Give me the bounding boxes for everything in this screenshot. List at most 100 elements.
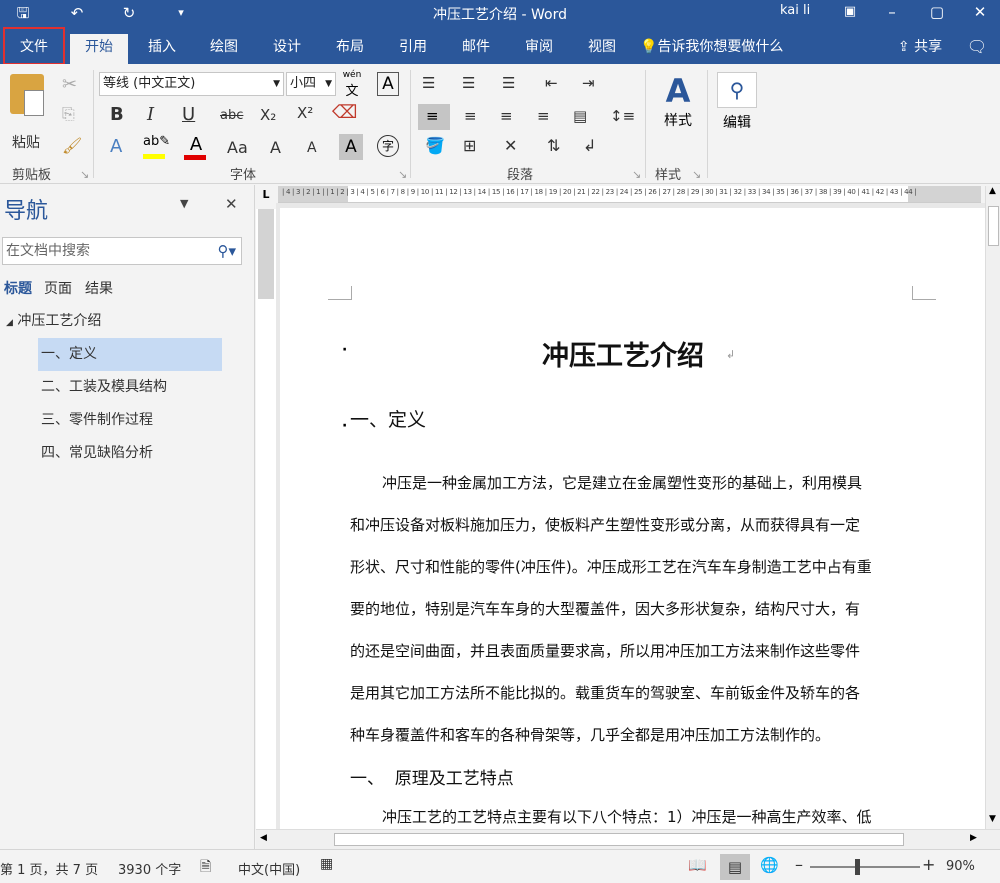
cut-icon[interactable]: ✂ [62,74,77,95]
scroll-up-icon[interactable]: ▲ [989,186,996,196]
page-count[interactable]: 第 1 页，共 7 页 [0,859,98,878]
document-canvas[interactable]: · 冲压工艺介绍 ↲ · 一、定义 冲压是一种金属加工方法，它是建立在金属塑性变… [276,203,985,829]
collapse-triangle-icon[interactable]: ◢ [6,318,13,328]
document-page[interactable]: · 冲压工艺介绍 ↲ · 一、定义 冲压是一种金属加工方法，它是建立在金属塑性变… [280,208,985,829]
body-line[interactable]: 冲压工艺的工艺特点主要有以下八个特点：1）冲压是一种高生产效率、低 [382,806,872,827]
proofing-icon[interactable]: 🗎 [200,856,211,880]
borders-icon[interactable]: ⊞ [463,136,476,155]
zoom-level[interactable]: 90% [946,859,975,874]
document-title[interactable]: 冲压工艺介绍 [542,334,704,373]
tab-layout[interactable]: 布局 [323,34,377,64]
align-center-icon[interactable]: ≡ [464,107,477,125]
asian-layout-icon[interactable]: ✕ [504,136,517,155]
tell-me-box[interactable]: 💡告诉我你想要做什么 [640,34,790,64]
scroll-left-icon[interactable]: ◀ [260,833,267,843]
share-button[interactable]: ⇪ 共享 [890,34,950,64]
shrink-font-button[interactable]: A [307,140,317,156]
tab-file[interactable]: 文件 [3,27,65,65]
highlight-button[interactable]: ab✎ [143,134,170,160]
line-spacing-icon[interactable]: ↕≡ [610,107,635,125]
bullets-icon[interactable]: ☰ [422,74,435,92]
zoom-slider-thumb[interactable] [855,859,860,875]
body-line[interactable]: 要的地位，特别是汽车车身的大型覆盖件，因大多形状复杂，结构尺寸大，有 [350,598,860,619]
horizontal-scrollbar[interactable]: ◀ ▶ [256,829,1000,849]
close-button[interactable]: ✕ [960,0,1000,26]
print-layout-button[interactable]: ▤ [720,854,750,880]
user-name[interactable]: kai li [780,3,810,18]
eraser-icon[interactable]: ⌫ [332,102,357,123]
web-layout-icon[interactable]: 🌐 [760,856,779,874]
text-effects-button[interactable]: A [110,136,122,157]
bold-button[interactable]: B [110,104,124,125]
align-right-icon[interactable]: ≡ [500,107,513,125]
horizontal-ruler[interactable]: | 4 | 3 | 2 | 1 | | 1 | 2 | 3 | 4 | 5 | … [278,186,981,203]
zoom-slider-track[interactable] [810,866,920,868]
vertical-ruler[interactable] [256,209,276,829]
horizontal-scroll-thumb[interactable] [334,833,904,846]
font-launcher-icon[interactable]: ↘ [398,168,407,181]
sort-icon[interactable]: ⇅ [547,136,560,155]
nav-close-icon[interactable]: ✕ [225,195,238,213]
tab-insert[interactable]: 插入 [135,34,189,64]
nav-heading-item[interactable]: 四、常见缺陷分析 [41,437,153,470]
paragraph-launcher-icon[interactable]: ↘ [632,168,641,181]
increase-indent-icon[interactable]: ⇥ [582,74,595,92]
font-size-select[interactable]: 小四 ▼ [286,72,336,96]
body-line[interactable]: 的还是空间曲面，并且表面质量要求高，所以用冲压加工方法来制作这些零件 [350,640,860,661]
font-name-select[interactable]: 等线 (中文正文) ▼ [99,72,284,96]
zoom-in-button[interactable]: + [922,855,935,874]
body-line[interactable]: 和冲压设备对板料施加压力，使板料产生塑性变形或分离，从而获得具有一定 [350,514,860,535]
decrease-indent-icon[interactable]: ⇤ [545,74,558,92]
nav-heading-item[interactable]: 三、零件制作过程 [41,404,153,437]
scroll-right-icon[interactable]: ▶ [970,833,977,843]
nav-tab-results[interactable]: 结果 [85,278,113,298]
multilevel-list-icon[interactable]: ☰ [502,74,515,92]
tab-references[interactable]: 引用 [386,34,440,64]
zoom-out-button[interactable]: – [795,855,803,874]
clear-formatting-button[interactable]: A [377,72,399,96]
underline-button[interactable]: U [182,104,195,125]
styles-button[interactable]: A 样式 [658,72,698,152]
grow-font-button[interactable]: A [270,138,281,157]
italic-button[interactable]: I [147,104,154,125]
distributed-icon[interactable]: ▤ [573,107,587,125]
phonetic-guide-button[interactable]: wén 文 [340,70,364,99]
align-left-button[interactable]: ≡ [418,104,450,130]
nav-heading-item[interactable]: 二、工装及模具结构 [41,371,167,404]
font-color-button[interactable]: A [184,134,208,160]
restore-button[interactable]: ▢ [917,0,957,26]
character-shading-button[interactable]: A [339,134,363,160]
body-line[interactable]: 是用其它加工方法所不能比拟的。载重货车的驾驶室、车前钣金件及轿车的各 [350,682,860,703]
comments-icon[interactable]: 🗨 [962,34,992,64]
heading-principle[interactable]: 一、 原理及工艺特点 [350,764,514,789]
copy-icon[interactable]: ⎘ [62,104,75,124]
language-status[interactable]: 中文(中国) [238,859,300,878]
tab-draw[interactable]: 绘图 [197,34,251,64]
styles-launcher-icon[interactable]: ↘ [692,168,701,181]
strikethrough-button[interactable]: abc [220,108,243,123]
enclose-characters-button[interactable]: 字 [377,135,399,157]
tab-selector[interactable]: L [258,188,274,204]
numbering-icon[interactable]: ☰ [462,74,475,92]
scroll-down-icon[interactable]: ▼ [989,814,996,824]
nav-tab-pages[interactable]: 页面 [44,278,72,298]
read-mode-icon[interactable]: 📖 [688,856,707,874]
change-case-button[interactable]: Aa [227,138,248,157]
body-line[interactable]: 冲压是一种金属加工方法，它是建立在金属塑性变形的基础上，利用模具 [382,472,862,493]
body-line[interactable]: 种车身覆盖件和客车的各种骨架等，几乎全都是用冲压加工方法制作的。 [350,724,830,745]
nav-tab-headings[interactable]: 标题 [4,278,32,298]
format-painter-icon[interactable]: 🖌 [62,136,82,155]
nav-heading-item[interactable]: 一、定义 [38,338,222,371]
editing-button[interactable]: ⚲ 编辑 [715,72,759,152]
macro-record-icon[interactable]: ▦ [320,856,333,872]
clipboard-launcher-icon[interactable]: ↘ [80,168,89,181]
word-count[interactable]: 3930 个字 [118,859,181,878]
nav-heading-root[interactable]: ◢ 冲压工艺介绍 [6,305,101,338]
tab-home[interactable]: 开始 [70,34,128,64]
paste-button[interactable]: 粘贴 [6,72,46,152]
subscript-button[interactable]: X₂ [260,106,276,124]
tab-view[interactable]: 视图 [575,34,629,64]
tab-review[interactable]: 审阅 [512,34,566,64]
tab-mailings[interactable]: 邮件 [449,34,503,64]
heading-definition[interactable]: 一、定义 [350,405,426,432]
